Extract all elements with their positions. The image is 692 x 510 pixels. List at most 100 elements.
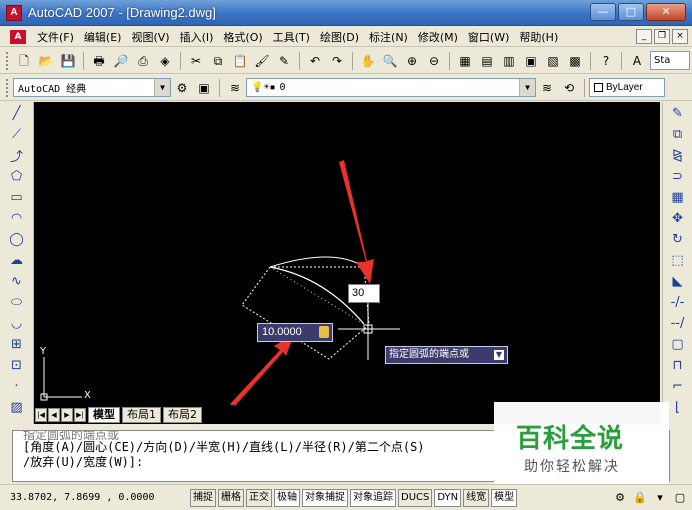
- doc-minimize-button[interactable]: _: [636, 29, 652, 44]
- tab-model[interactable]: 模型: [88, 406, 120, 423]
- layer-combo[interactable]: 💡☀▪ 0 ▼: [246, 78, 536, 97]
- last-tab-icon[interactable]: ▶|: [74, 407, 86, 422]
- tab-layout2[interactable]: 布局2: [163, 406, 202, 423]
- insert-block-icon[interactable]: ⊞: [4, 334, 30, 354]
- save-workspace-icon[interactable]: ▣: [194, 78, 214, 98]
- redo-icon[interactable]: ↷: [327, 51, 347, 71]
- erase-icon[interactable]: ✎: [665, 103, 691, 123]
- join-icon[interactable]: ⊓: [665, 355, 691, 375]
- angle-input[interactable]: 30: [348, 284, 380, 303]
- extend-icon[interactable]: --/: [665, 313, 691, 333]
- communication-center-icon[interactable]: ⚙: [612, 489, 628, 505]
- menu-format[interactable]: 格式(O): [218, 29, 267, 45]
- mirror-icon[interactable]: ⧎: [665, 145, 691, 165]
- cut-icon[interactable]: ✂: [186, 51, 206, 71]
- scale-icon[interactable]: ⬚: [665, 250, 691, 270]
- calculator-icon[interactable]: ▩: [565, 51, 585, 71]
- trim-icon[interactable]: -/-: [665, 292, 691, 312]
- drawing-area[interactable]: Y X 30 10.0000 指定圆弧的端点或 ▼: [34, 102, 660, 424]
- otrack-toggle[interactable]: 对象追踪: [350, 488, 396, 507]
- stretch-icon[interactable]: ◣: [665, 271, 691, 291]
- menu-insert[interactable]: 插入(I): [175, 29, 219, 45]
- undo-icon[interactable]: ↶: [305, 51, 325, 71]
- doc-close-button[interactable]: ×: [672, 29, 688, 44]
- pan-icon[interactable]: ✋: [358, 51, 378, 71]
- zoom-previous-icon[interactable]: ⊖: [424, 51, 444, 71]
- line-icon[interactable]: ╱: [4, 103, 30, 123]
- zoom-realtime-icon[interactable]: 🔍: [380, 51, 400, 71]
- rectangle-icon[interactable]: ▭: [4, 187, 30, 207]
- text-style-combo[interactable]: Sta: [650, 51, 690, 70]
- paste-icon[interactable]: 📋: [230, 51, 250, 71]
- polyline-icon[interactable]: ⤴: [4, 145, 30, 165]
- markup-icon[interactable]: ▧: [543, 51, 563, 71]
- arrow-down-icon[interactable]: ▼: [494, 350, 504, 360]
- move-icon[interactable]: ✥: [665, 208, 691, 228]
- break-icon[interactable]: ▢: [665, 334, 691, 354]
- offset-icon[interactable]: ⊃: [665, 166, 691, 186]
- ortho-toggle[interactable]: 正交: [246, 488, 272, 507]
- rotate-icon[interactable]: ↻: [665, 229, 691, 249]
- menu-modify[interactable]: 修改(M): [413, 29, 463, 45]
- lineweight-toggle[interactable]: 线宽: [463, 488, 490, 507]
- toolbar-grip[interactable]: [6, 51, 10, 70]
- radius-input[interactable]: 10.0000: [257, 323, 333, 342]
- array-icon[interactable]: ▦: [665, 187, 691, 207]
- plot-preview-icon[interactable]: 🔎: [111, 51, 131, 71]
- text-style-icon[interactable]: A: [627, 51, 647, 71]
- hatch-icon[interactable]: ▨: [4, 397, 30, 417]
- revision-cloud-icon[interactable]: ☁: [4, 250, 30, 270]
- copy-icon[interactable]: ⧉: [208, 51, 228, 71]
- menu-view[interactable]: 视图(V): [126, 29, 174, 45]
- chamfer-icon[interactable]: ⌐: [665, 376, 691, 396]
- coordinate-readout[interactable]: 33.8702, 7.8699 , 0.0000: [10, 492, 188, 503]
- snap-toggle[interactable]: 捕捉: [190, 488, 216, 507]
- minimize-button[interactable]: —: [590, 3, 616, 21]
- workspace-combo[interactable]: AutoCAD 经典 ▼: [13, 78, 171, 97]
- status-menu-icon[interactable]: ▾: [652, 489, 668, 505]
- construction-line-icon[interactable]: ⟋: [4, 124, 30, 144]
- clean-screen-icon[interactable]: ▢: [672, 489, 688, 505]
- maximize-button[interactable]: □: [618, 3, 644, 21]
- layer-manager-icon[interactable]: ≋: [225, 78, 245, 98]
- polar-toggle[interactable]: 极轴: [274, 488, 300, 507]
- sheet-set-icon[interactable]: ▣: [521, 51, 541, 71]
- arc-icon[interactable]: ◠: [4, 208, 30, 228]
- layer-previous-icon[interactable]: ⟲: [559, 78, 579, 98]
- next-tab-icon[interactable]: ▶: [61, 407, 73, 422]
- zoom-window-icon[interactable]: ⊕: [402, 51, 422, 71]
- block-editor-icon[interactable]: ✎: [274, 51, 294, 71]
- prev-tab-icon[interactable]: ◀: [48, 407, 60, 422]
- ducs-toggle[interactable]: DUCS: [398, 488, 433, 507]
- menu-dimension[interactable]: 标注(N): [364, 29, 413, 45]
- ellipse-icon[interactable]: ⬭: [4, 292, 30, 312]
- chevron-down-icon[interactable]: ▼: [519, 79, 535, 96]
- publish-icon[interactable]: ⎙: [133, 51, 153, 71]
- workspace-settings-icon[interactable]: ⚙: [172, 78, 192, 98]
- open-file-icon[interactable]: 📂: [36, 51, 56, 71]
- dyn-toggle[interactable]: DYN: [434, 488, 462, 507]
- point-icon[interactable]: ·: [4, 376, 30, 396]
- save-icon[interactable]: 💾: [58, 51, 78, 71]
- properties-icon[interactable]: ▦: [455, 51, 475, 71]
- 3d-dwf-icon[interactable]: ◈: [155, 51, 175, 71]
- menu-edit[interactable]: 编辑(E): [79, 29, 127, 45]
- menu-window[interactable]: 窗口(W): [463, 29, 514, 45]
- circle-icon[interactable]: ◯: [4, 229, 30, 249]
- menu-help[interactable]: 帮助(H): [514, 29, 563, 45]
- tool-palettes-icon[interactable]: ▥: [499, 51, 519, 71]
- menu-draw[interactable]: 绘图(D): [315, 29, 364, 45]
- toolbar-lock-icon[interactable]: 🔒: [632, 489, 648, 505]
- first-tab-icon[interactable]: |◀: [35, 407, 47, 422]
- make-current-layer-icon[interactable]: ≋: [537, 78, 557, 98]
- model-toggle[interactable]: 模型: [491, 488, 518, 507]
- new-file-icon[interactable]: 🗋: [14, 51, 34, 71]
- ellipse-arc-icon[interactable]: ◡: [4, 313, 30, 333]
- polygon-icon[interactable]: ⬠: [4, 166, 30, 186]
- menu-tools[interactable]: 工具(T): [268, 29, 315, 45]
- menu-file[interactable]: 文件(F): [32, 29, 79, 45]
- osnap-toggle[interactable]: 对象捕捉: [302, 488, 348, 507]
- close-button[interactable]: ✕: [646, 3, 686, 21]
- design-center-icon[interactable]: ▤: [477, 51, 497, 71]
- print-icon[interactable]: 🖶: [89, 51, 109, 71]
